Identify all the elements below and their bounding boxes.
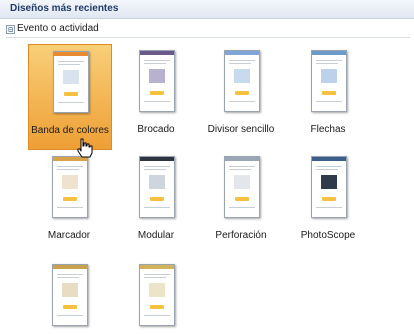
template-tile-flechas[interactable]: Flechas: [287, 44, 369, 148]
template-thumbnail: [52, 264, 88, 326]
template-thumbnail: [224, 156, 260, 218]
template-tile-brocado[interactable]: Brocado: [115, 44, 197, 148]
gallery-header: Diseños más recientes: [0, 0, 414, 19]
template-label: Brocado: [137, 124, 175, 135]
template-thumbnail: [139, 50, 175, 112]
collapse-icon[interactable]: ⊟: [6, 25, 15, 34]
gallery-title: Diseños más recientes: [10, 3, 119, 14]
template-thumbnail: [224, 50, 260, 112]
template-thumbnail: [53, 51, 89, 113]
section-divider: [6, 37, 410, 38]
template-tile-divisor-sencillo[interactable]: Divisor sencillo: [200, 44, 282, 148]
template-label: Banda de colores: [31, 125, 109, 136]
template-tile[interactable]: [115, 258, 197, 334]
template-label: Divisor sencillo: [207, 124, 275, 135]
hand-cursor-icon: [77, 138, 93, 158]
template-tile[interactable]: [28, 258, 110, 334]
template-tile-modular[interactable]: Modular: [115, 150, 197, 254]
template-label: Marcador: [47, 230, 91, 241]
section-label: Evento o actividad: [17, 23, 99, 34]
template-tile-perforacion[interactable]: Perforación: [200, 150, 282, 254]
template-tile-banda-de-colores[interactable]: Banda de colores: [28, 44, 112, 150]
template-thumbnail: [52, 156, 88, 218]
template-thumbnail: [139, 264, 175, 326]
template-label: Perforación: [215, 230, 267, 241]
template-tile-photoscope[interactable]: PhotoScope: [287, 150, 369, 254]
template-thumbnail: [311, 156, 347, 218]
template-thumbnail: [139, 156, 175, 218]
template-label: Flechas: [310, 124, 346, 135]
section-event-activity[interactable]: ⊟ Evento o actividad: [6, 23, 410, 38]
template-thumbnail: [311, 50, 347, 112]
template-label: PhotoScope: [300, 230, 356, 241]
template-label: Modular: [137, 230, 175, 241]
template-tile-marcador[interactable]: Marcador: [28, 150, 110, 254]
